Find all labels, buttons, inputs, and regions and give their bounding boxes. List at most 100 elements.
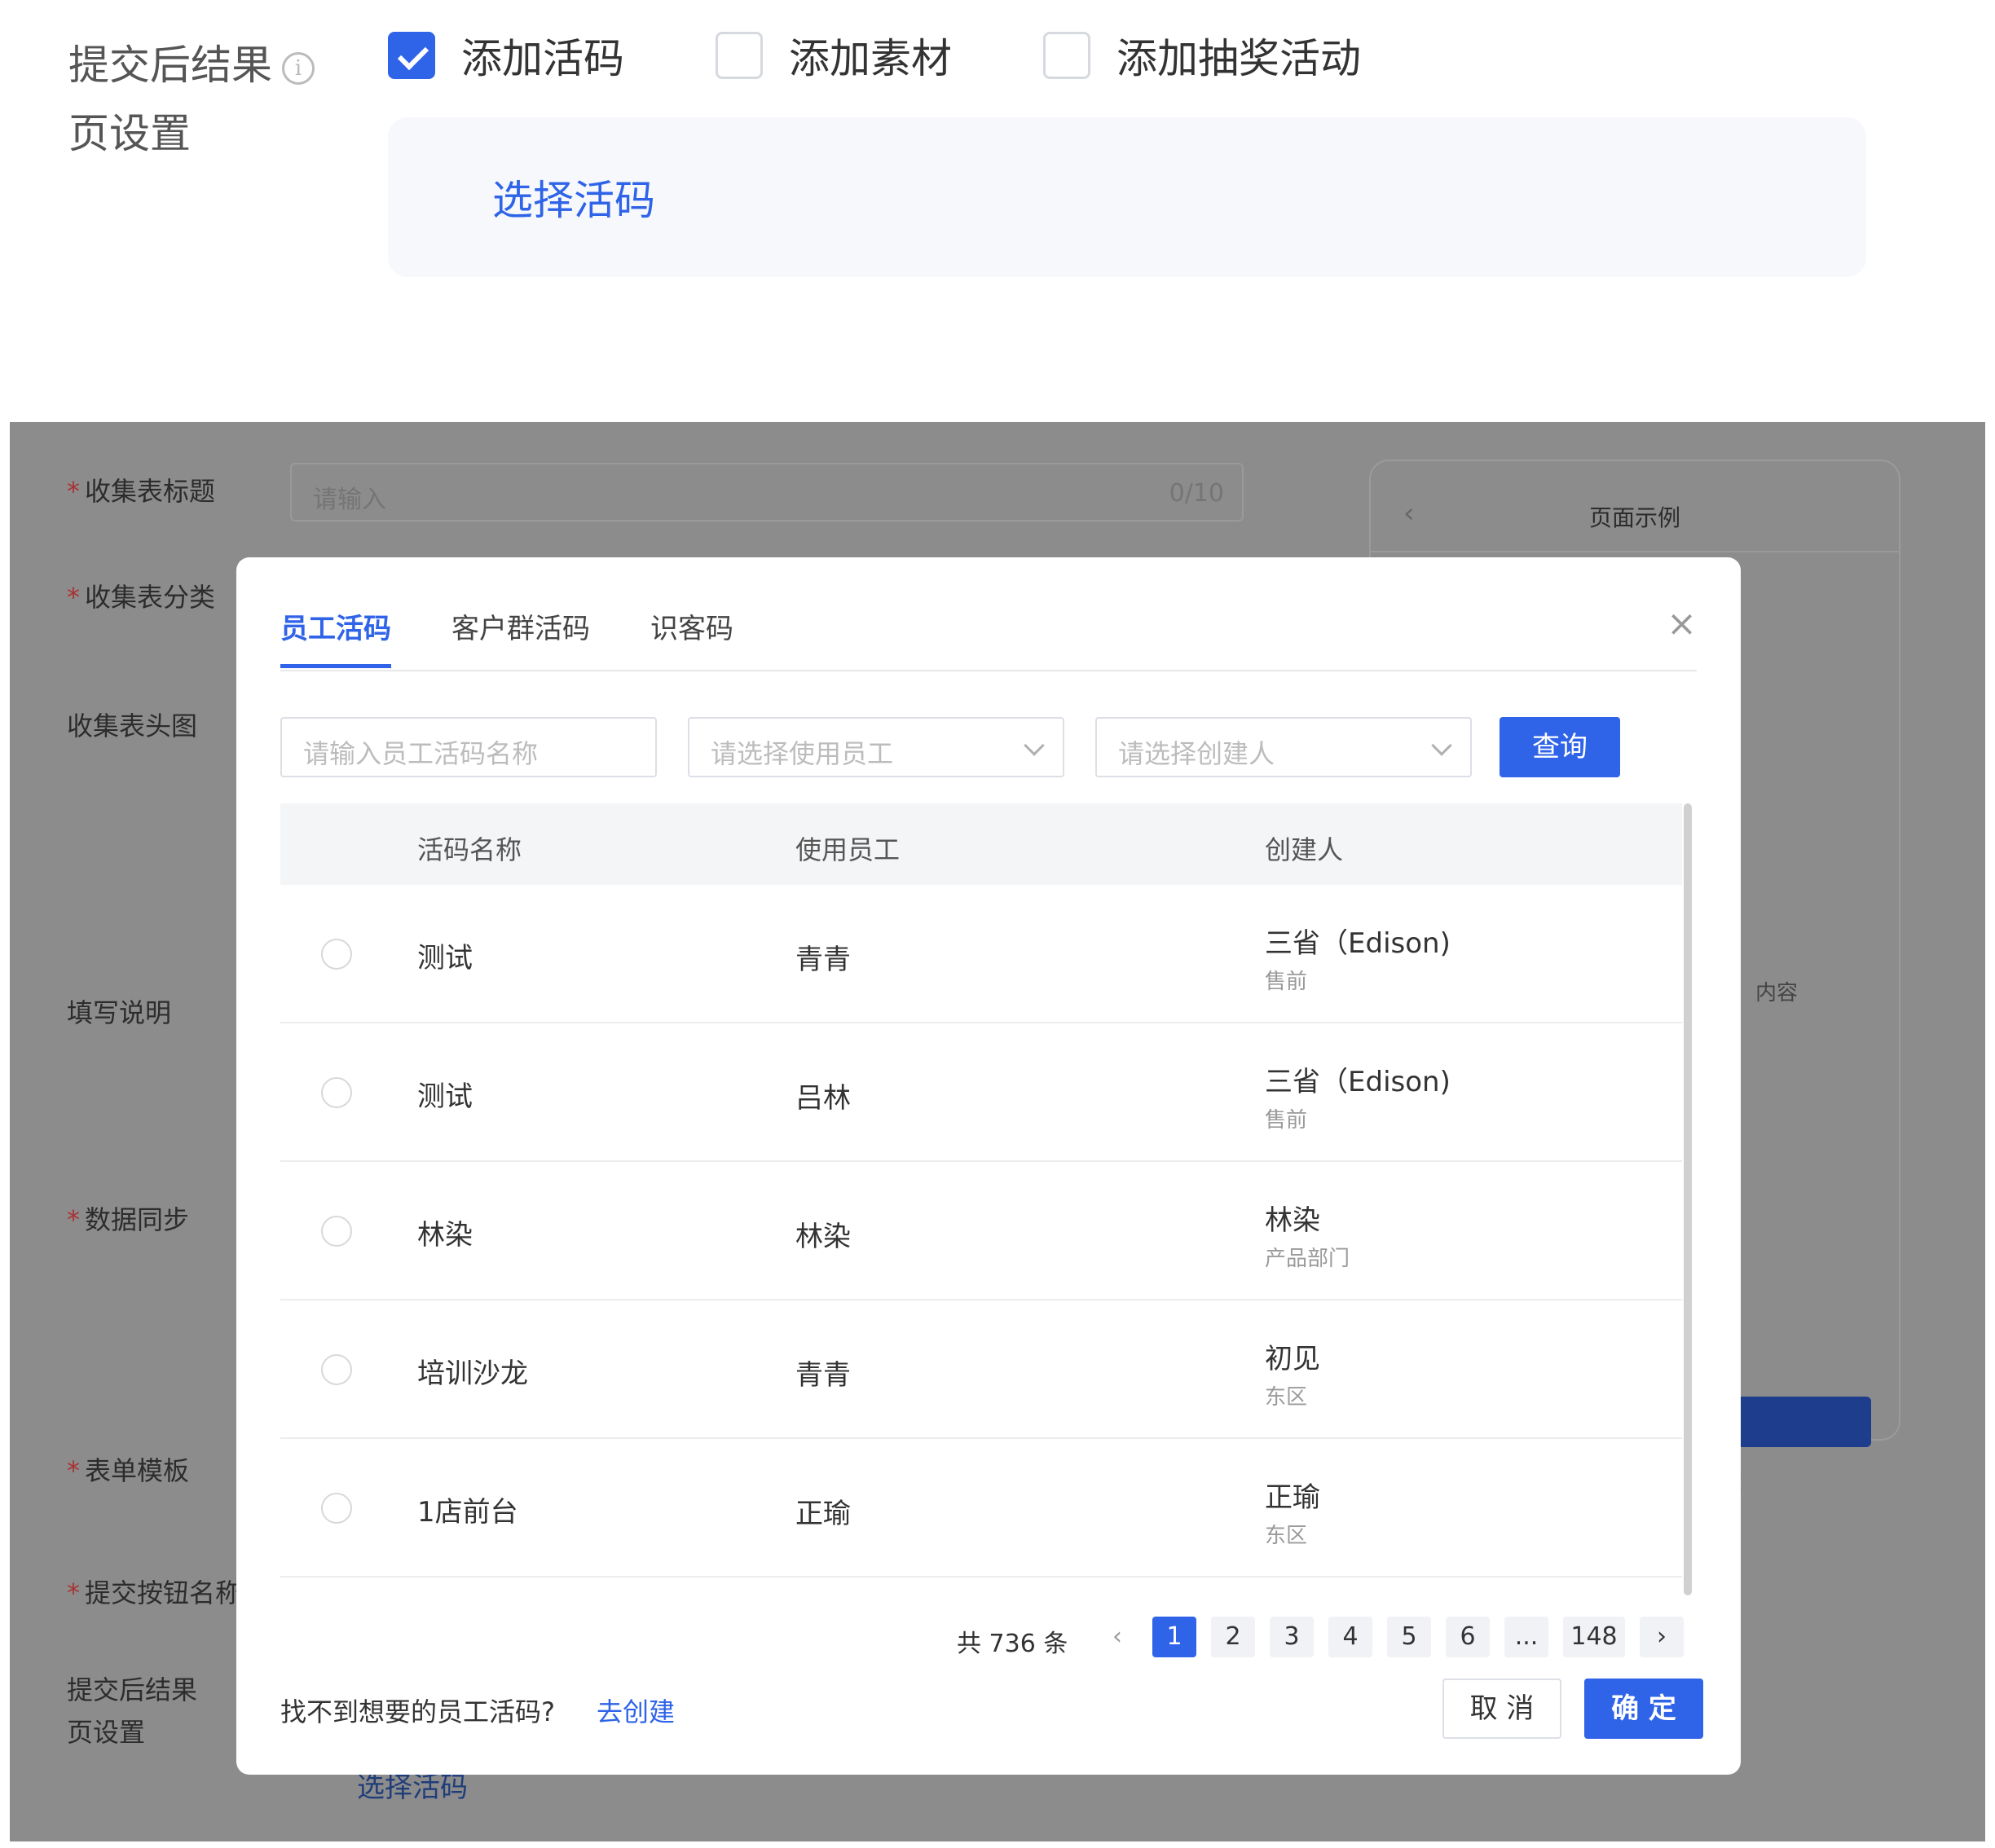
- label-text: 数据同步: [85, 1204, 190, 1235]
- label-text: 填写说明: [67, 997, 172, 1028]
- info-icon[interactable]: i: [282, 51, 315, 85]
- page-button[interactable]: 5: [1387, 1617, 1431, 1657]
- create-link[interactable]: 去创建: [597, 1692, 675, 1729]
- form-label-result-page: 提交后结果 页设置: [67, 1669, 197, 1753]
- page-button[interactable]: 2: [1211, 1617, 1255, 1657]
- cell-name: 培训沙龙: [417, 1357, 528, 1390]
- form-label-data-sync: * 数据同步: [67, 1199, 189, 1237]
- preview-divider: [1371, 551, 1899, 552]
- table-row[interactable]: 培训沙龙 青青 初见 东区: [280, 1300, 1682, 1439]
- row-radio[interactable]: [321, 939, 352, 970]
- result-settings-label: 提交后结果 i 页设置: [68, 31, 315, 168]
- title-input[interactable]: 请输入 0/10: [290, 463, 1244, 521]
- label-line-2: 页设置: [68, 110, 191, 157]
- cell-name: 林染: [417, 1219, 473, 1252]
- cell-employee: 青青: [795, 1359, 851, 1392]
- cell-employee: 正瑜: [795, 1498, 851, 1530]
- column-header-name: 活码名称: [417, 834, 522, 865]
- cell-creator-dept: 东区: [1265, 1385, 1308, 1410]
- row-radio[interactable]: [321, 1354, 352, 1385]
- label-text: 收集表头图: [67, 711, 198, 741]
- input-placeholder: 请输入员工活码名称: [303, 738, 539, 769]
- next-page-icon[interactable]: ›: [1640, 1617, 1684, 1657]
- table-row[interactable]: 测试 青青 三省（Edison) 售前: [280, 885, 1682, 1023]
- cell-creator: 三省（Edison): [1265, 927, 1451, 960]
- cell-creator: 三省（Edison): [1265, 1066, 1451, 1098]
- total-count: 共 736 条: [957, 1630, 1068, 1658]
- cell-name: 1店前台: [417, 1496, 518, 1529]
- cell-employee: 林染: [795, 1221, 851, 1253]
- checkbox-add-material[interactable]: 添加素材: [716, 26, 952, 85]
- cell-creator-dept: 产品部门: [1265, 1247, 1350, 1271]
- tab-group-live-code[interactable]: 客户群活码: [451, 606, 590, 668]
- checkbox-unchecked[interactable]: [1043, 32, 1090, 79]
- page-ellipsis[interactable]: ...: [1504, 1617, 1548, 1657]
- cell-creator-dept: 售前: [1265, 1108, 1308, 1133]
- cell-creator: 正瑜: [1265, 1481, 1320, 1514]
- live-code-panel: 选择活码: [388, 117, 1866, 277]
- close-icon[interactable]: ×: [1667, 606, 1697, 642]
- form-label-category: * 收集表分类: [67, 577, 215, 614]
- required-mark: *: [67, 1577, 80, 1608]
- label-text: 收集表分类: [85, 582, 216, 613]
- option-checkboxes: 添加活码 添加素材 添加抽奖活动: [388, 26, 1452, 85]
- cell-name: 测试: [417, 942, 473, 975]
- column-header-creator: 创建人: [1265, 834, 1344, 865]
- creator-select[interactable]: 请选择创建人: [1095, 717, 1472, 777]
- checkbox-add-live-code[interactable]: 添加活码: [388, 26, 624, 85]
- table-scrollbar[interactable]: [1684, 803, 1692, 1595]
- select-live-code-link[interactable]: 选择活码: [492, 168, 655, 227]
- cell-creator: 林染: [1265, 1204, 1320, 1237]
- checkbox-checked[interactable]: [388, 32, 435, 79]
- column-header-employee: 使用员工: [795, 834, 901, 865]
- row-radio[interactable]: [321, 1493, 352, 1524]
- table-header: 活码名称 使用员工 创建人: [280, 803, 1682, 885]
- cell-creator-dept: 售前: [1265, 970, 1308, 994]
- title-placeholder: 请输入: [313, 486, 386, 514]
- form-label-instructions: 填写说明: [67, 992, 171, 1030]
- page-button[interactable]: 1: [1152, 1617, 1196, 1657]
- row-radio[interactable]: [321, 1216, 352, 1247]
- employee-select[interactable]: 请选择使用员工: [688, 717, 1064, 777]
- cell-employee: 青青: [795, 944, 851, 976]
- table-row[interactable]: 测试 吕林 三省（Edison) 售前: [280, 1023, 1682, 1162]
- preview-title: 页面示例: [1588, 504, 1680, 531]
- label-line-1: 提交后结果: [68, 42, 272, 89]
- page-button[interactable]: 6: [1446, 1617, 1490, 1657]
- label-line-2: 页设置: [67, 1717, 146, 1748]
- table-row[interactable]: 1店前台 正瑜 正瑜 东区: [280, 1439, 1682, 1577]
- confirm-button[interactable]: 确 定: [1584, 1679, 1703, 1739]
- required-mark: *: [67, 476, 80, 507]
- table-row[interactable]: 林染 林染 林染 产品部门: [280, 1162, 1682, 1300]
- form-screenshot: * 收集表标题 请输入 0/10 * 收集表分类 收集表头图 填写说明 * 数据同步 …: [10, 422, 1985, 1841]
- row-radio[interactable]: [321, 1077, 352, 1108]
- label-line-1: 提交后结果: [67, 1674, 198, 1705]
- page-button[interactable]: 148: [1563, 1617, 1625, 1657]
- query-button[interactable]: 查询: [1500, 717, 1620, 777]
- tabs-divider: [280, 670, 1697, 671]
- not-found-hint: 找不到想要的员工活码?: [280, 1696, 555, 1727]
- label-text: 提交按钮名称: [85, 1577, 242, 1608]
- cell-creator-dept: 东区: [1265, 1524, 1308, 1548]
- required-mark: *: [67, 1455, 80, 1486]
- page-button[interactable]: 3: [1270, 1617, 1314, 1657]
- result-page-settings: 提交后结果 i 页设置 添加活码 添加素材 添加抽奖活动 选择活码: [0, 0, 1995, 424]
- pagination: 共 736 条 ‹ 1 2 3 4 5 6 ... 148 ›: [236, 1617, 1741, 1662]
- form-label-template: * 表单模板: [67, 1450, 189, 1488]
- tab-customer-code[interactable]: 识客码: [650, 606, 733, 668]
- label-text: 收集表标题: [85, 476, 216, 507]
- preview-content-text: 内容: [1755, 981, 1799, 1005]
- checkbox-unchecked[interactable]: [716, 32, 763, 79]
- tab-employee-live-code[interactable]: 员工活码: [280, 606, 391, 668]
- cancel-button[interactable]: 取 消: [1442, 1679, 1561, 1739]
- live-code-name-input[interactable]: 请输入员工活码名称: [280, 717, 657, 777]
- cell-creator: 初见: [1265, 1343, 1320, 1375]
- required-mark: *: [67, 1204, 80, 1235]
- page-button[interactable]: 4: [1328, 1617, 1372, 1657]
- checkbox-add-lottery[interactable]: 添加抽奖活动: [1043, 26, 1361, 85]
- cell-name: 测试: [417, 1080, 473, 1113]
- char-counter: 0/10: [1169, 479, 1224, 508]
- select-placeholder: 请选择使用员工: [711, 738, 894, 769]
- checkbox-label: 添加抽奖活动: [1116, 35, 1361, 82]
- prev-page-icon[interactable]: ‹: [1095, 1617, 1139, 1657]
